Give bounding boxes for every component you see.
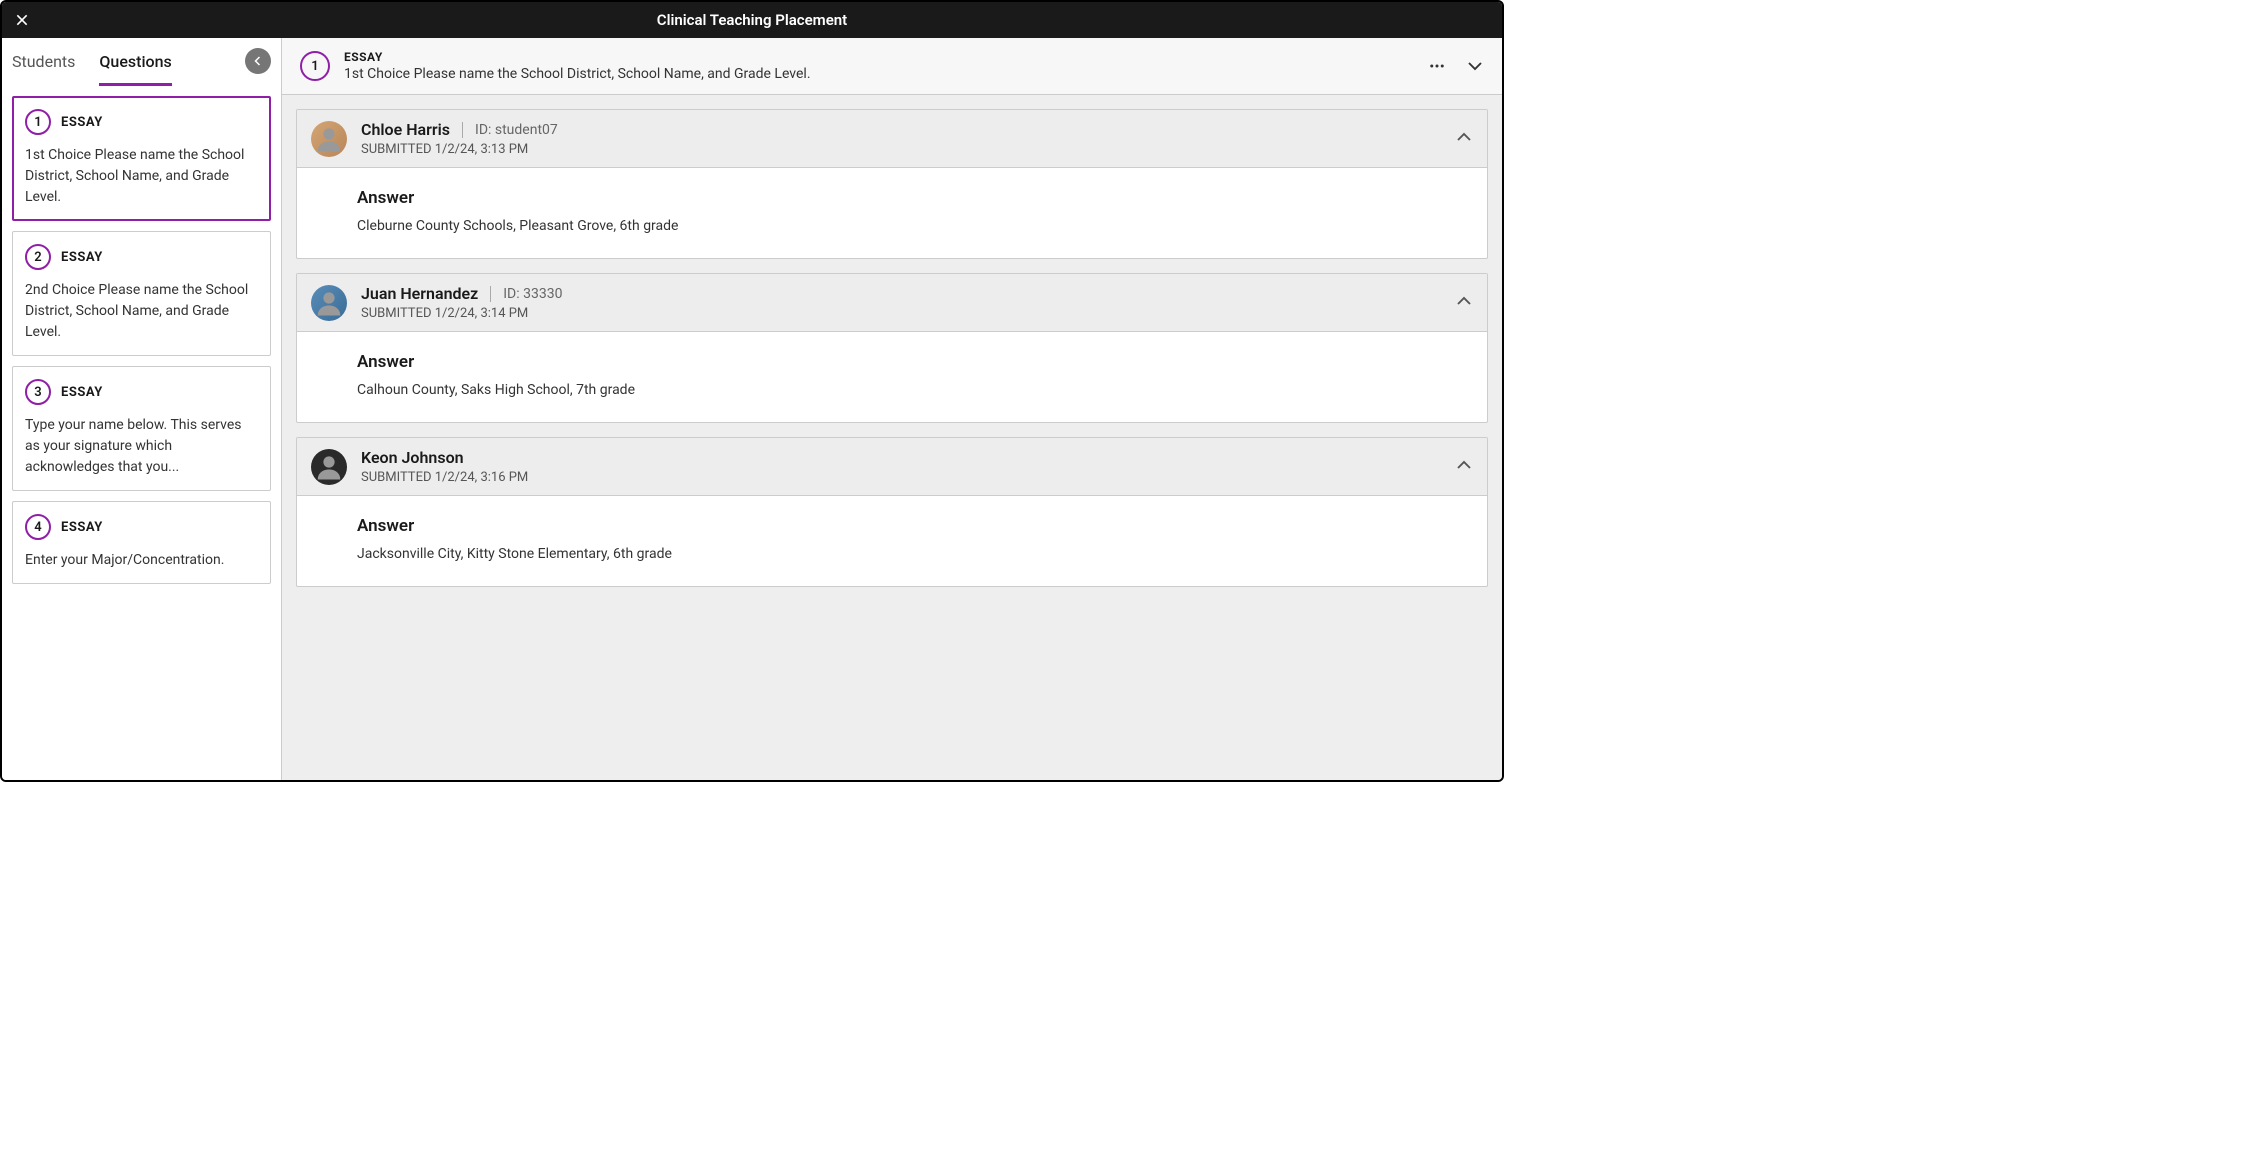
question-text: Type your name below. This serves as you…: [25, 415, 258, 478]
question-number-badge: 1: [300, 51, 330, 81]
question-list: 1 ESSAY 1st Choice Please name the Schoo…: [2, 86, 281, 594]
question-type-label: ESSAY: [61, 520, 103, 535]
tab-questions[interactable]: Questions: [99, 52, 171, 86]
response-body: Answer Jacksonville City, Kitty Stone El…: [297, 496, 1487, 586]
close-button[interactable]: [12, 10, 32, 30]
question-type-label: ESSAY: [61, 250, 103, 265]
question-type-label: ESSAY: [61, 385, 103, 400]
question-text: 1st Choice Please name the School Distri…: [344, 66, 1428, 82]
collapse-response-button[interactable]: [1455, 128, 1473, 150]
question-number-badge: 3: [25, 379, 51, 405]
response-header: Keon Johnson SUBMITTED 1/2/24, 3:16 PM: [297, 438, 1487, 496]
student-id: ID: 33330: [490, 286, 562, 302]
answer-text: Cleburne County Schools, Pleasant Grove,…: [357, 218, 1473, 234]
question-header: 1 ESSAY 1st Choice Please name the Schoo…: [282, 38, 1502, 95]
question-number-badge: 4: [25, 514, 51, 540]
student-name: Juan Hernandez: [361, 284, 478, 303]
question-type-label: ESSAY: [61, 115, 103, 130]
collapse-response-button[interactable]: [1455, 456, 1473, 478]
question-card[interactable]: 2 ESSAY 2nd Choice Please name the Schoo…: [12, 231, 271, 356]
student-id: ID: student07: [462, 122, 558, 138]
collapse-response-button[interactable]: [1455, 292, 1473, 314]
response-body: Answer Calhoun County, Saks High School,…: [297, 332, 1487, 422]
question-text: Enter your Major/Concentration.: [25, 550, 258, 571]
avatar: [311, 285, 347, 321]
student-name: Chloe Harris: [361, 120, 450, 139]
question-card[interactable]: 4 ESSAY Enter your Major/Concentration.: [12, 501, 271, 584]
submitted-timestamp: SUBMITTED 1/2/24, 3:16 PM: [361, 470, 1455, 485]
app-header: Clinical Teaching Placement: [2, 2, 1502, 38]
question-number-badge: 2: [25, 244, 51, 270]
main-panel: 1 ESSAY 1st Choice Please name the Schoo…: [282, 38, 1502, 780]
answer-label: Answer: [357, 516, 1473, 536]
tab-students[interactable]: Students: [12, 52, 75, 86]
question-card[interactable]: 3 ESSAY Type your name below. This serve…: [12, 366, 271, 491]
question-card[interactable]: 1 ESSAY 1st Choice Please name the Schoo…: [12, 96, 271, 221]
page-title: Clinical Teaching Placement: [2, 11, 1502, 29]
sidebar: Students Questions 1 ESSAY 1st Choice Pl…: [2, 38, 282, 780]
tabs: Students Questions: [2, 38, 281, 86]
response-header: Juan Hernandez ID: 33330 SUBMITTED 1/2/2…: [297, 274, 1487, 332]
question-text: 1st Choice Please name the School Distri…: [25, 145, 258, 208]
avatar: [311, 449, 347, 485]
question-type-label: ESSAY: [344, 50, 1428, 64]
response-card: Chloe Harris ID: student07 SUBMITTED 1/2…: [296, 109, 1488, 259]
collapse-sidebar-button[interactable]: [245, 48, 271, 74]
response-card: Juan Hernandez ID: 33330 SUBMITTED 1/2/2…: [296, 273, 1488, 423]
question-number-badge: 1: [25, 109, 51, 135]
avatar: [311, 121, 347, 157]
submitted-timestamp: SUBMITTED 1/2/24, 3:14 PM: [361, 306, 1455, 321]
response-header: Chloe Harris ID: student07 SUBMITTED 1/2…: [297, 110, 1487, 168]
more-options-button[interactable]: [1428, 57, 1446, 75]
student-name: Keon Johnson: [361, 448, 464, 467]
response-body: Answer Cleburne County Schools, Pleasant…: [297, 168, 1487, 258]
question-text: 2nd Choice Please name the School Distri…: [25, 280, 258, 343]
submitted-timestamp: SUBMITTED 1/2/24, 3:13 PM: [361, 142, 1455, 157]
answer-label: Answer: [357, 188, 1473, 208]
collapse-question-button[interactable]: [1466, 57, 1484, 75]
answer-text: Calhoun County, Saks High School, 7th gr…: [357, 382, 1473, 398]
answer-label: Answer: [357, 352, 1473, 372]
responses-list: Chloe Harris ID: student07 SUBMITTED 1/2…: [282, 95, 1502, 780]
response-card: Keon Johnson SUBMITTED 1/2/24, 3:16 PM A…: [296, 437, 1488, 587]
answer-text: Jacksonville City, Kitty Stone Elementar…: [357, 546, 1473, 562]
